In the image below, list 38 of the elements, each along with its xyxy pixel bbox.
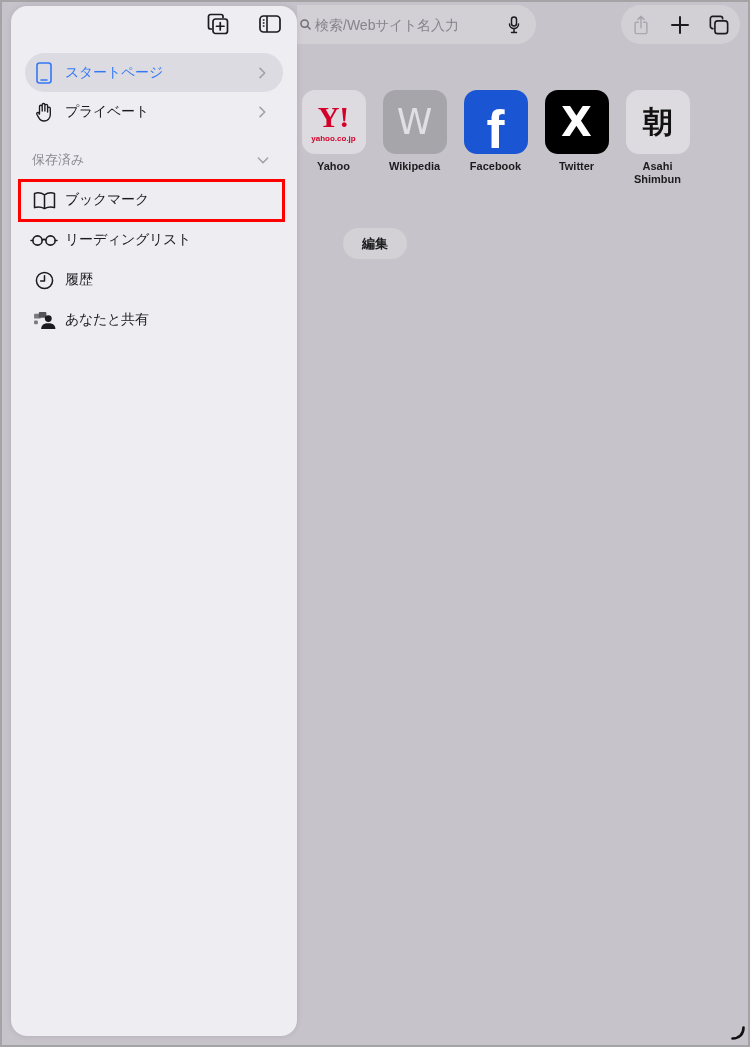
sidebar-item[interactable]: プライベート (25, 92, 283, 132)
site-logo-text: yahoo.co.jp (311, 134, 356, 143)
corner-handle-icon[interactable] (731, 1026, 745, 1040)
sidebar-icon[interactable] (259, 13, 281, 35)
sidebar-item[interactable]: 履歴 (25, 260, 283, 300)
sidebar-item[interactable]: ブックマーク (25, 180, 283, 220)
hand-icon (35, 102, 53, 122)
favorite-tile[interactable]: 朝 (625, 90, 690, 154)
site-logo-text: W (396, 104, 433, 140)
favorite-label[interactable]: Facebook (469, 160, 522, 173)
favorite-tile[interactable]: Y! yahoo.co.jp (301, 90, 366, 154)
search-input[interactable]: 検索/Webサイト名入力 (315, 16, 496, 33)
edit-button[interactable]: 編集 (343, 228, 407, 259)
search-bar[interactable]: 検索/Webサイト名入力 (297, 5, 536, 44)
people-icon (32, 310, 56, 330)
sidebar-item[interactable]: リーディングリスト (25, 220, 283, 260)
site-logo-text: f (486, 105, 505, 154)
site-logo-text: Y! (317, 101, 350, 132)
chevron-right-icon (259, 66, 266, 79)
favorite-label[interactable]: Twitter (558, 160, 595, 173)
plus-icon[interactable] (670, 14, 690, 35)
site-logo-text: 朝 (642, 107, 673, 137)
tabs-icon[interactable] (709, 14, 729, 35)
clock-icon (34, 270, 54, 290)
site-logo-text: X (561, 102, 592, 142)
favorite-tile[interactable]: X (544, 90, 609, 154)
tablet-icon (36, 61, 52, 84)
favorite-label[interactable]: Yahoo (317, 160, 350, 173)
favorite-label[interactable]: Wikipedia (388, 160, 441, 173)
square-plus-icon[interactable] (207, 13, 229, 35)
favorite-tile[interactable]: f (463, 90, 528, 154)
favorite-label[interactable]: Asahi Shimbun (624, 160, 691, 186)
sidebar-item[interactable]: あなたと共有 (25, 300, 283, 340)
chevron-right-icon (259, 106, 266, 118)
book-icon (32, 190, 56, 210)
search-icon (300, 19, 311, 30)
microphone-icon[interactable] (508, 15, 520, 34)
glasses-icon (30, 233, 58, 247)
